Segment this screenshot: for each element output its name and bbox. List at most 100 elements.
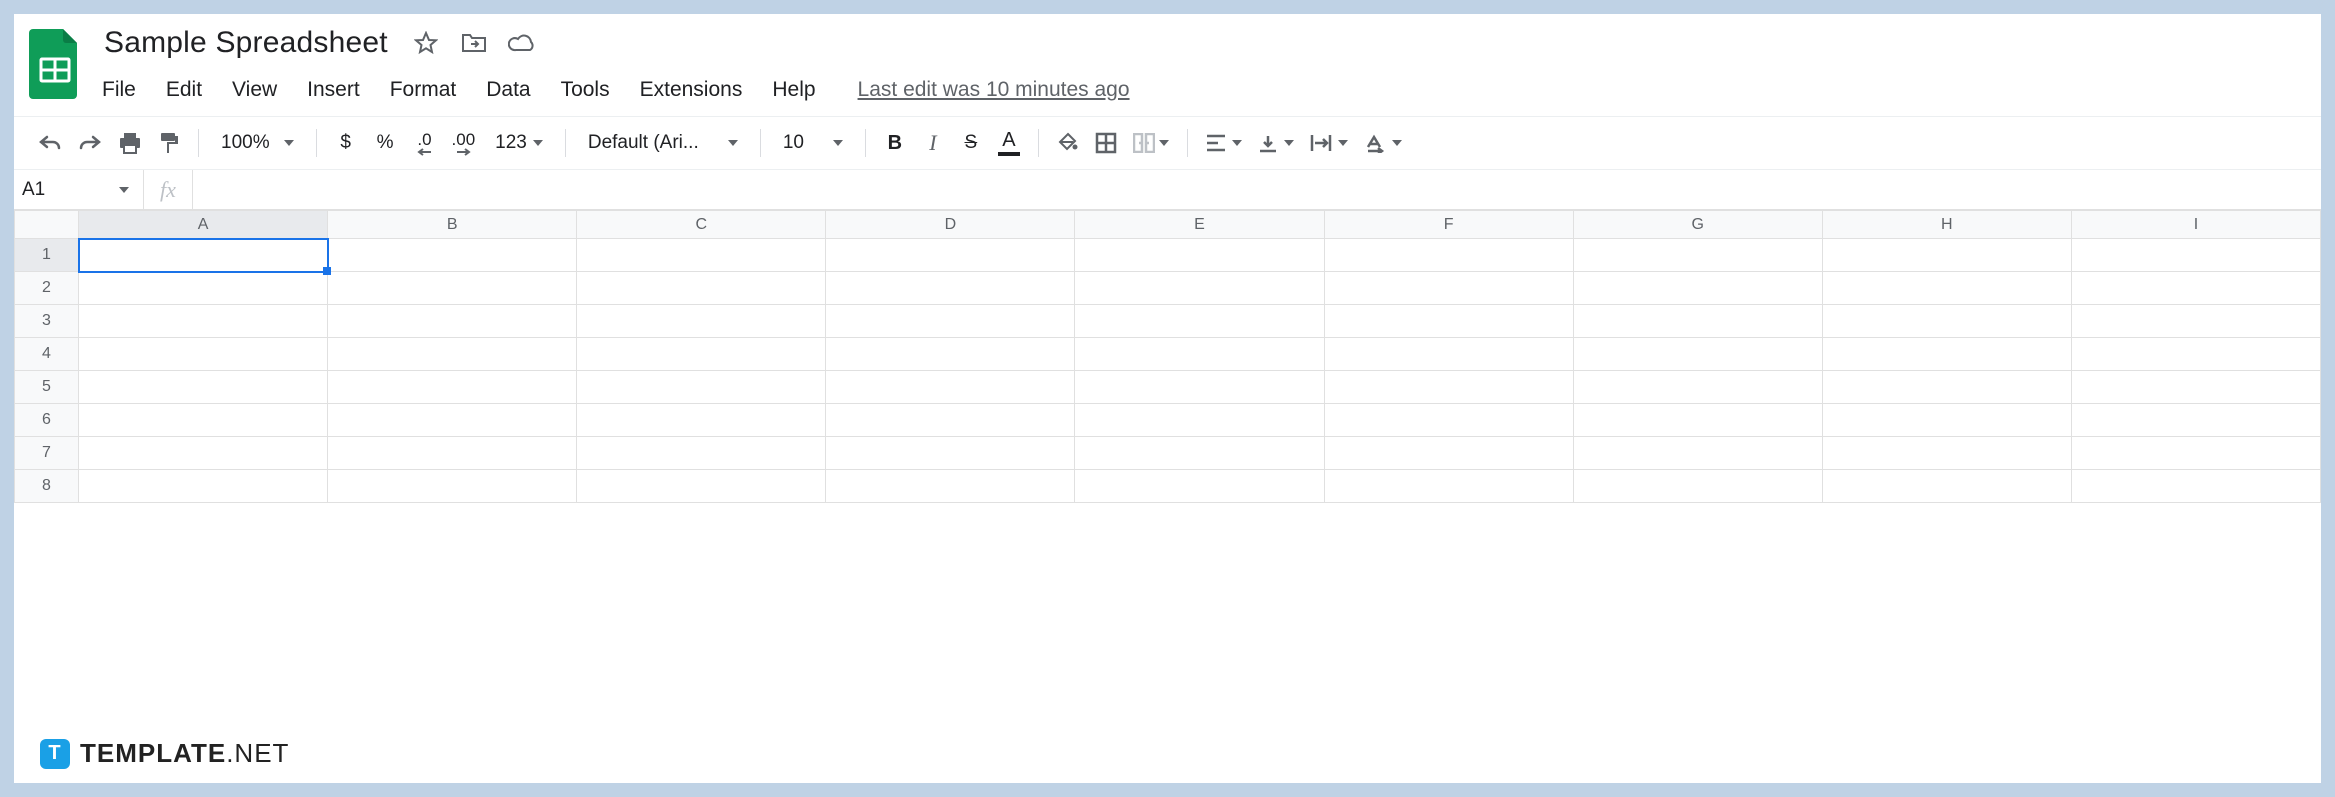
cell[interactable] <box>1324 371 1573 404</box>
cell[interactable] <box>328 470 577 503</box>
cell[interactable] <box>2071 470 2320 503</box>
cell[interactable] <box>1822 338 2071 371</box>
cell[interactable] <box>1324 338 1573 371</box>
cell[interactable] <box>2071 239 2320 272</box>
column-header[interactable]: D <box>826 211 1075 239</box>
cell[interactable] <box>328 239 577 272</box>
cell[interactable] <box>1822 272 2071 305</box>
cell[interactable] <box>79 437 328 470</box>
number-format-dropdown[interactable]: 123 <box>485 125 553 161</box>
cell[interactable] <box>1573 437 1822 470</box>
cell[interactable] <box>79 404 328 437</box>
row-header[interactable]: 2 <box>15 272 79 305</box>
cell[interactable] <box>577 272 826 305</box>
row-header[interactable]: 6 <box>15 404 79 437</box>
cell[interactable] <box>79 371 328 404</box>
cell[interactable] <box>577 338 826 371</box>
column-header[interactable]: G <box>1573 211 1822 239</box>
cell[interactable] <box>79 272 328 305</box>
row-header[interactable]: 1 <box>15 239 79 272</box>
cell[interactable] <box>1822 239 2071 272</box>
star-icon[interactable] <box>412 29 440 57</box>
column-header[interactable]: B <box>328 211 577 239</box>
cell[interactable] <box>1075 470 1324 503</box>
fill-color-button[interactable] <box>1051 125 1085 161</box>
cell[interactable] <box>1573 239 1822 272</box>
print-button[interactable] <box>112 125 148 161</box>
font-size-dropdown[interactable]: 10 <box>773 125 853 161</box>
cell[interactable] <box>328 371 577 404</box>
text-wrap-button[interactable] <box>1304 125 1354 161</box>
sheets-logo[interactable] <box>28 28 82 100</box>
font-family-dropdown[interactable]: Default (Ari... <box>578 125 748 161</box>
cell[interactable] <box>2071 437 2320 470</box>
column-header[interactable]: H <box>1822 211 2071 239</box>
cell[interactable] <box>1324 470 1573 503</box>
cell[interactable] <box>826 437 1075 470</box>
last-edit-link[interactable]: Last edit was 10 minutes ago <box>858 78 1130 102</box>
cell[interactable] <box>826 404 1075 437</box>
bold-button[interactable]: B <box>878 125 912 161</box>
cell[interactable] <box>1822 470 2071 503</box>
undo-button[interactable] <box>32 125 68 161</box>
cell[interactable] <box>1822 404 2071 437</box>
borders-button[interactable] <box>1089 125 1123 161</box>
spreadsheet-grid[interactable]: ABCDEFGHI 12345678 <box>14 210 2321 783</box>
cell[interactable] <box>1822 371 2071 404</box>
horizontal-align-button[interactable] <box>1200 125 1248 161</box>
cell[interactable] <box>1075 239 1324 272</box>
cell[interactable] <box>1075 305 1324 338</box>
increase-decimal-button[interactable]: .00 <box>446 125 482 161</box>
select-all-corner[interactable] <box>15 211 79 239</box>
strikethrough-button[interactable]: S <box>954 125 988 161</box>
cell[interactable] <box>1324 272 1573 305</box>
row-header[interactable]: 7 <box>15 437 79 470</box>
cell[interactable] <box>826 272 1075 305</box>
cell[interactable] <box>826 371 1075 404</box>
cell[interactable] <box>826 239 1075 272</box>
cell[interactable] <box>1573 470 1822 503</box>
cell[interactable] <box>1075 371 1324 404</box>
cell[interactable] <box>1075 437 1324 470</box>
column-header[interactable]: I <box>2071 211 2320 239</box>
cell[interactable] <box>2071 371 2320 404</box>
name-box[interactable]: A1 <box>14 170 144 209</box>
paint-format-button[interactable] <box>152 125 186 161</box>
cell[interactable] <box>328 437 577 470</box>
cell[interactable] <box>328 338 577 371</box>
cell[interactable] <box>1075 404 1324 437</box>
menu-format[interactable]: Format <box>388 74 459 106</box>
currency-button[interactable]: $ <box>329 125 363 161</box>
text-rotation-button[interactable] <box>1358 125 1408 161</box>
cell[interactable] <box>328 305 577 338</box>
percent-button[interactable]: % <box>367 125 404 161</box>
menu-view[interactable]: View <box>230 74 279 106</box>
cell[interactable] <box>1573 305 1822 338</box>
zoom-dropdown[interactable]: 100% <box>211 125 304 161</box>
cell[interactable] <box>1075 272 1324 305</box>
vertical-align-button[interactable] <box>1252 125 1300 161</box>
row-header[interactable]: 8 <box>15 470 79 503</box>
cell[interactable] <box>1573 371 1822 404</box>
row-header[interactable]: 5 <box>15 371 79 404</box>
merge-cells-button[interactable] <box>1127 125 1175 161</box>
move-folder-icon[interactable] <box>460 29 488 57</box>
document-title[interactable]: Sample Spreadsheet <box>100 24 392 62</box>
menu-data[interactable]: Data <box>484 74 532 106</box>
cell[interactable] <box>1075 338 1324 371</box>
cell[interactable] <box>2071 338 2320 371</box>
cell[interactable] <box>2071 272 2320 305</box>
column-header[interactable]: F <box>1324 211 1573 239</box>
cell[interactable] <box>577 404 826 437</box>
cell[interactable] <box>1324 437 1573 470</box>
cell[interactable] <box>1573 404 1822 437</box>
cell[interactable] <box>328 272 577 305</box>
cell[interactable] <box>577 470 826 503</box>
cell[interactable] <box>577 239 826 272</box>
cell[interactable] <box>1822 305 2071 338</box>
cell[interactable] <box>1324 305 1573 338</box>
menu-insert[interactable]: Insert <box>305 74 362 106</box>
cell[interactable] <box>79 338 328 371</box>
cell[interactable] <box>1573 338 1822 371</box>
cell[interactable] <box>1822 437 2071 470</box>
